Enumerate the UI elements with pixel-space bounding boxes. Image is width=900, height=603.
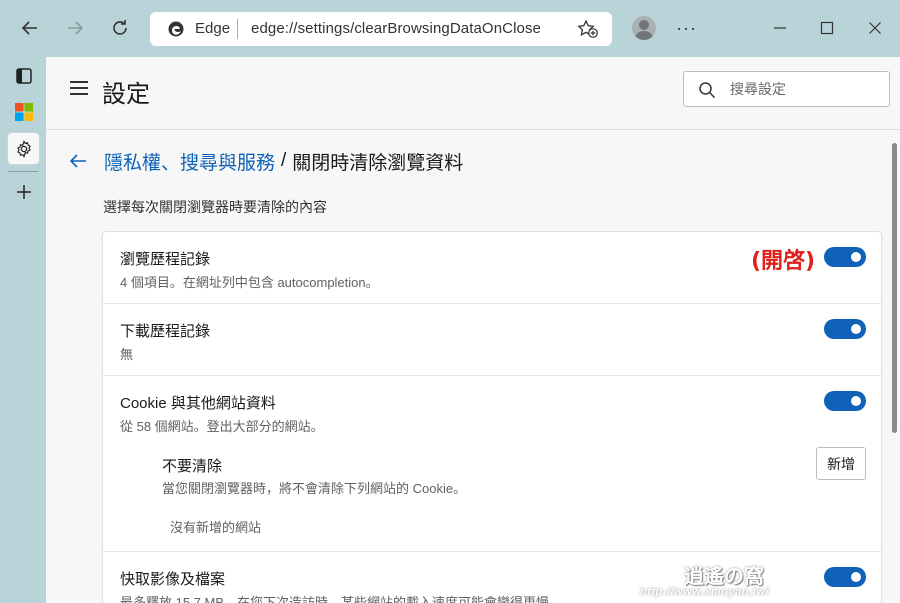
exceptions-description: 當您關閉瀏覽器時，將不會清除下列網站的 Cookie。 xyxy=(162,481,467,496)
menu-icon[interactable] xyxy=(70,81,88,95)
section-description: 選擇每次關閉瀏覽器時要清除的內容 xyxy=(103,199,327,215)
settings-search[interactable] xyxy=(683,71,890,107)
annotation-label: (開啓) xyxy=(751,249,816,274)
setting-title: Cookie 與其他網站資料 xyxy=(120,395,276,412)
download-history-toggle[interactable] xyxy=(824,319,866,339)
cache-toggle[interactable] xyxy=(824,567,866,587)
setting-subtitle: 無 xyxy=(120,347,134,362)
profile-avatar[interactable] xyxy=(632,16,656,40)
tab-actions-button[interactable] xyxy=(7,59,40,92)
close-button[interactable] xyxy=(859,12,891,44)
maximize-icon xyxy=(820,21,834,35)
tab-actions-icon xyxy=(15,67,32,84)
avatar-head xyxy=(639,20,649,30)
vertical-sidebar xyxy=(0,57,46,603)
exceptions-title: 不要清除 xyxy=(162,458,223,475)
setting-title: 下載歷程記錄 xyxy=(120,323,211,340)
page-title: 設定 xyxy=(102,81,150,108)
search-icon xyxy=(699,82,716,99)
add-sidebar-button[interactable] xyxy=(7,175,40,208)
edge-logo-icon xyxy=(168,21,184,37)
close-icon xyxy=(869,22,881,34)
add-exception-button[interactable]: 新增 xyxy=(816,447,866,480)
setting-subtitle: 4 個項目。在網址列中包含 autocompletion。 xyxy=(120,275,379,290)
arrow-left-icon xyxy=(21,21,37,35)
forward-button[interactable] xyxy=(57,10,93,46)
browsing-history-toggle[interactable] xyxy=(824,247,866,267)
settings-page: 設定 隱私權、搜尋與服務 / 關閉時清除瀏覽資料 選擇每次關閉瀏覽器時要清除的內… xyxy=(46,57,900,603)
more-dots-icon[interactable]: ··· xyxy=(676,18,697,39)
exceptions-empty-text: 沒有新增的網站 xyxy=(170,520,262,535)
breadcrumb-separator: / xyxy=(281,150,287,171)
breadcrumb-parent-link[interactable]: 隱私權、搜尋與服務 xyxy=(104,148,275,175)
address-divider xyxy=(237,19,238,39)
setting-title: 瀏覽歷程記錄 xyxy=(120,251,211,268)
minimize-icon xyxy=(774,27,786,29)
avatar-body xyxy=(635,31,653,40)
cookies-toggle[interactable] xyxy=(824,391,866,411)
setting-row-cookies: Cookie 與其他網站資料 從 58 個網站。登出大部分的網站。 不要清除 當… xyxy=(103,376,881,552)
search-input[interactable] xyxy=(730,78,880,100)
address-bar[interactable]: Edge edge://settings/clearBrowsingDataOn… xyxy=(150,12,612,46)
add-favorite-icon xyxy=(577,19,598,38)
settings-button[interactable] xyxy=(7,132,40,165)
settings-header: 設定 xyxy=(46,57,900,130)
refresh-button[interactable] xyxy=(102,10,138,46)
maximize-button[interactable] xyxy=(811,12,843,44)
clear-data-card: 瀏覽歷程記錄 4 個項目。在網址列中包含 autocompletion。 (開啓… xyxy=(102,231,882,603)
back-button[interactable] xyxy=(12,10,48,46)
add-icon xyxy=(16,184,31,199)
setting-subtitle: 從 58 個網站。登出大部分的網站。 xyxy=(120,419,324,434)
office-button[interactable] xyxy=(7,95,40,128)
office-icon xyxy=(14,102,33,121)
setting-subtitle: 最多釋放 15.7 MB。在您下次造訪時，某些網站的載入速度可能會變得更慢。 xyxy=(120,595,563,603)
arrow-right-icon xyxy=(68,21,84,35)
setting-title: 快取影像及檔案 xyxy=(120,571,226,588)
breadcrumb: 隱私權、搜尋與服務 / 關閉時清除瀏覽資料 xyxy=(68,147,463,175)
sidebar-divider xyxy=(8,171,38,172)
address-site-name: Edge xyxy=(195,20,231,37)
refresh-icon xyxy=(113,20,127,35)
setting-row-browsing-history: 瀏覽歷程記錄 4 個項目。在網址列中包含 autocompletion。 (開啓… xyxy=(103,232,881,304)
breadcrumb-current: 關閉時清除瀏覽資料 xyxy=(292,152,464,174)
address-url[interactable]: edge://settings/clearBrowsingDataOnClose xyxy=(251,20,541,37)
browser-toolbar: Edge edge://settings/clearBrowsingDataOn… xyxy=(0,0,900,57)
watermark-logo: 逍遙の窩 http://www.xiaoyao.tw/ xyxy=(640,564,770,598)
settings-gear-icon xyxy=(16,139,31,158)
add-favorite-button[interactable] xyxy=(576,18,600,40)
arrow-left-icon xyxy=(69,154,86,168)
setting-row-download-history: 下載歷程記錄 無 xyxy=(103,304,881,376)
page-scrollbar[interactable] xyxy=(892,143,897,433)
minimize-button[interactable] xyxy=(764,12,796,44)
breadcrumb-back-button[interactable] xyxy=(68,150,90,172)
